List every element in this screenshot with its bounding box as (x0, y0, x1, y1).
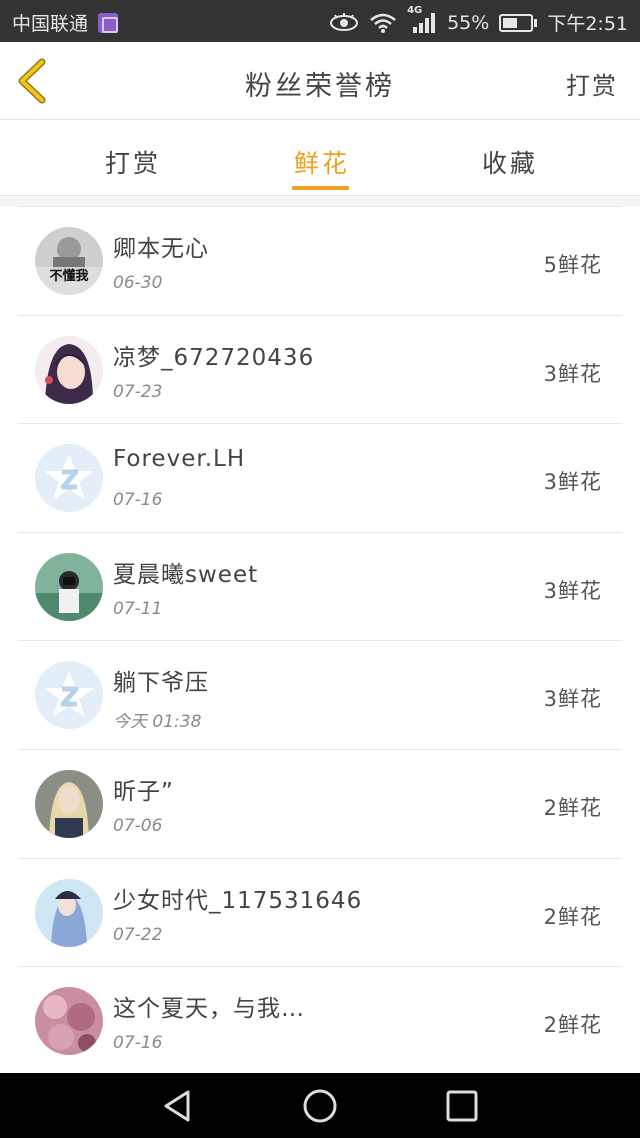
clock: 下午2:51 (547, 13, 628, 35)
reward-button[interactable]: 打赏 (566, 66, 618, 101)
carrier-label: 中国联通 (12, 13, 89, 35)
avatar (35, 444, 103, 513)
list-item[interactable]: 躺下爷压 今天 01:38 3鲜花 (18, 640, 622, 749)
fan-date: 06-30 (113, 273, 163, 293)
recents-square-icon[interactable] (444, 1088, 480, 1124)
tab-bar: 打赏 鲜花 收藏 (0, 120, 640, 196)
battery-icon (499, 13, 538, 32)
list-item[interactable]: Forever.LH 07-16 3鲜花 (18, 423, 622, 532)
tab-reward[interactable]: 打赏 (105, 144, 161, 180)
fan-date: 07-16 (113, 490, 163, 511)
flower-count: 3鲜花 (543, 361, 602, 386)
tab-flowers[interactable]: 鲜花 (294, 144, 350, 180)
fan-date: 07-22 (113, 924, 163, 945)
avatar (35, 769, 103, 838)
fan-name: 昕子” (113, 778, 174, 805)
app-notification-icon (98, 12, 119, 33)
fan-name: 躺下爷压 (113, 670, 209, 697)
fan-name: 凉梦_672720436 (113, 344, 315, 371)
list-item[interactable]: 少女时代_117531646 07-22 2鲜花 (18, 857, 622, 967)
home-circle-icon[interactable] (302, 1088, 338, 1124)
flower-count: 3鲜花 (543, 578, 602, 603)
wifi-icon (370, 13, 396, 33)
fan-name: 卿本无心 (113, 236, 209, 262)
fan-date: 07-06 (113, 815, 163, 836)
avatar (35, 552, 103, 621)
battery-percent: 55% (447, 11, 490, 34)
back-triangle-icon[interactable] (160, 1088, 196, 1124)
flower-count: 3鲜花 (543, 687, 602, 712)
active-tab-indicator (292, 186, 349, 190)
tab-favorites[interactable]: 收藏 (482, 144, 538, 180)
avatar: 不懂我 (35, 227, 103, 295)
eye-icon (330, 12, 359, 31)
avatar (35, 878, 103, 947)
system-nav-bar (0, 1073, 640, 1138)
flower-count: 2鲜花 (543, 795, 602, 820)
avatar (35, 335, 103, 404)
flower-count: 5鲜花 (543, 253, 602, 277)
flower-count: 2鲜花 (543, 904, 602, 929)
fan-name: 这个夏天，与我… (113, 996, 305, 1023)
app-header: 粉丝荣誉榜 打赏 (0, 42, 640, 120)
fan-date: 07-11 (113, 598, 163, 619)
fan-date: 07-16 (113, 1033, 163, 1054)
list-item[interactable]: 夏晨曦sweet 07-11 3鲜花 (18, 531, 622, 641)
fan-name: Forever.LH (113, 446, 246, 473)
section-divider (0, 197, 640, 206)
status-bar: 中国联通 4G 55% 下午2:51 (0, 0, 640, 42)
signal-icon (413, 12, 436, 33)
avatar (35, 661, 103, 730)
list-item[interactable]: 凉梦_672720436 07-23 3鲜花 (18, 314, 622, 424)
fan-name: 夏晨曦sweet (113, 561, 259, 588)
fan-date: 07-23 (113, 381, 163, 402)
fan-name: 少女时代_117531646 (113, 887, 363, 914)
fan-date: 今天 01:38 (113, 712, 202, 733)
flower-count: 3鲜花 (543, 470, 602, 495)
svg-text:不懂我: 不懂我 (49, 268, 88, 284)
avatar (35, 987, 103, 1056)
list-item[interactable]: 昕子” 07-06 2鲜花 (18, 748, 622, 858)
fan-list: 不懂我 卿本无心 06-30 5鲜花 凉梦_672720436 07-23 3鲜… (0, 206, 640, 1075)
page-title: 粉丝荣誉榜 (245, 71, 395, 102)
list-item[interactable]: 这个夏天，与我… 07-16 2鲜花 (18, 966, 622, 1075)
list-item[interactable]: 不懂我 卿本无心 06-30 5鲜花 (18, 206, 622, 315)
flower-count: 2鲜花 (543, 1013, 602, 1038)
